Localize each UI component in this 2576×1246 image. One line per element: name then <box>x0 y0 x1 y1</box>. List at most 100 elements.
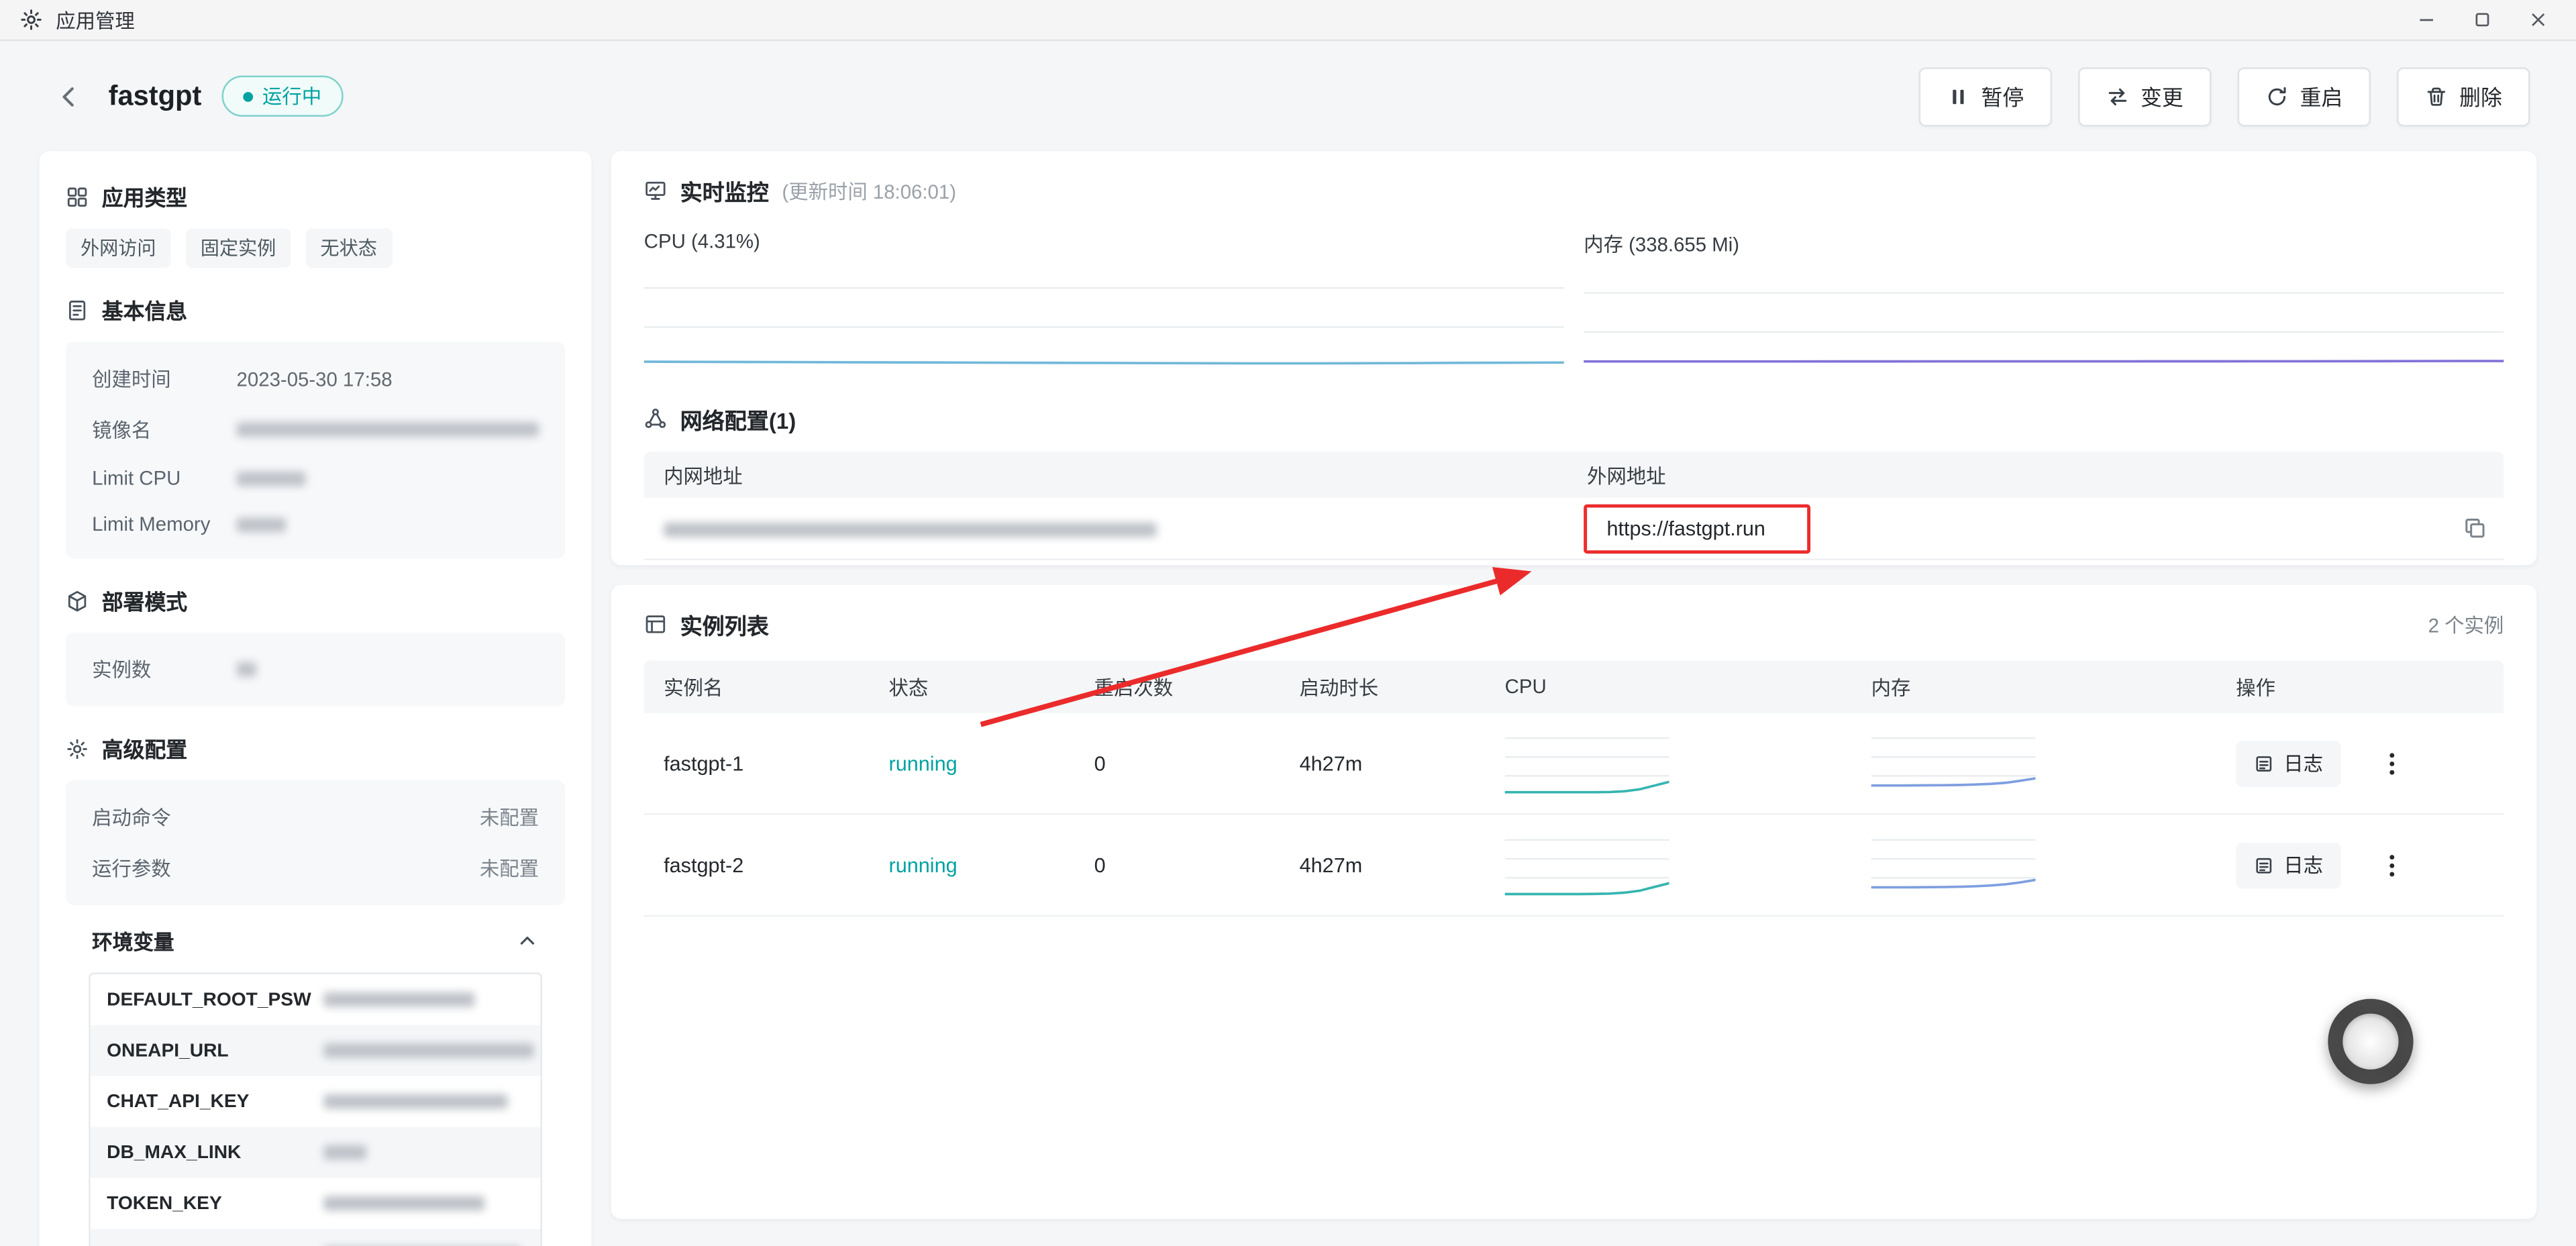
memory-chart-box: 内存 (338.655 Mi) <box>1584 227 2504 380</box>
run-params-label: 运行参数 <box>92 854 236 882</box>
table-row: fastgpt-2 running 0 4h27m <box>644 815 2504 917</box>
memory-chart-label: 内存 (338.655 Mi) <box>1584 230 2504 258</box>
cpu-usage-chart <box>644 263 1564 374</box>
list-icon <box>644 613 667 635</box>
env-name: TOKEN_KEY <box>91 1194 311 1213</box>
log-file-icon <box>2254 855 2273 874</box>
window-close-button[interactable] <box>2510 0 2566 40</box>
col-memory-header: 内存 <box>1851 673 2216 701</box>
logs-button-label: 日志 <box>2283 851 2323 879</box>
instance-uptime: 4h27m <box>1280 853 1485 876</box>
image-name-label: 镜像名 <box>92 415 236 444</box>
back-button[interactable] <box>49 76 89 116</box>
logs-button[interactable]: 日志 <box>2236 740 2341 786</box>
env-row: FILE_TOKEN_KEY <box>91 1229 541 1246</box>
app-logo-gear-icon <box>19 8 42 31</box>
start-command-label: 启动命令 <box>92 803 236 831</box>
tag-stateless: 无状态 <box>305 228 392 268</box>
app-type-section-header: 应用类型 <box>66 180 565 212</box>
col-cpu-header: CPU <box>1485 675 1851 698</box>
env-name: ONEAPI_URL <box>91 1041 311 1060</box>
env-vars-table: DEFAULT_ROOT_PSW ONEAPI_URL CHAT_API_KEY… <box>89 972 542 1246</box>
network-table-header: 内网地址 外网地址 <box>644 452 2504 498</box>
kebab-menu-icon[interactable] <box>2377 748 2407 778</box>
image-name-value-redacted <box>237 422 539 437</box>
cube-icon <box>66 589 89 612</box>
col-actions-header: 操作 <box>2216 673 2504 701</box>
monitor-title: 实时监控 <box>680 174 769 207</box>
restart-button[interactable]: 重启 <box>2238 66 2371 125</box>
env-row: TOKEN_KEY <box>91 1178 541 1229</box>
advanced-config-title: 高级配置 <box>102 733 187 764</box>
advanced-config-block: 启动命令 未配置 运行参数 未配置 <box>66 780 565 905</box>
cpu-chart-label: CPU (4.31%) <box>644 230 1564 253</box>
basic-info-block: 创建时间 2023-05-30 17:58 镜像名 Limit CPU Limi… <box>66 342 565 558</box>
change-button[interactable]: 变更 <box>2078 66 2211 125</box>
col-uptime-header: 启动时长 <box>1280 673 1485 701</box>
instance-uptime: 4h27m <box>1280 751 1485 774</box>
copy-icon[interactable] <box>2463 516 2487 541</box>
info-row-image-name: 镜像名 <box>66 404 565 455</box>
info-row-run-params: 运行参数 未配置 <box>66 843 565 894</box>
page-header: fastgpt 运行中 暂停 变更 重启 <box>0 41 2576 151</box>
instance-name: fastgpt-2 <box>644 853 869 876</box>
window-minimize-button[interactable] <box>2399 0 2455 40</box>
limit-cpu-label: Limit CPU <box>92 466 236 489</box>
run-params-value: 未配置 <box>480 854 539 882</box>
logs-button[interactable]: 日志 <box>2236 842 2341 888</box>
tag-fixed-instance: 固定实例 <box>186 228 291 268</box>
limit-memory-value-redacted <box>237 517 286 531</box>
instance-memory-sparkline <box>1871 725 2036 801</box>
chevron-up-icon[interactable] <box>516 929 539 952</box>
monitor-update-time: (更新时间 18:06:01) <box>782 176 956 205</box>
internal-address-header: 内网地址 <box>644 461 1567 489</box>
instances-title: 实例列表 <box>680 608 769 641</box>
info-row-limit-cpu: Limit CPU <box>66 455 565 501</box>
window-maximize-button[interactable] <box>2455 0 2510 40</box>
monitor-charts: CPU (4.31%) 内存 (338.655 Mi) <box>644 227 2504 380</box>
pause-icon <box>1947 85 1969 107</box>
network-table: 内网地址 外网地址 https://fastgpt.run <box>644 452 2504 560</box>
instances-card: 实例列表 2 个实例 实例名 状态 重启次数 启动时长 CPU 内存 操作 <box>611 585 2536 1219</box>
log-file-icon <box>2254 754 2273 773</box>
grid-icon <box>66 185 89 207</box>
env-name: DEFAULT_ROOT_PSW <box>91 990 311 1009</box>
window-title: 应用管理 <box>56 6 135 34</box>
deploy-mode-title: 部署模式 <box>102 585 187 617</box>
env-value-redacted <box>323 1145 366 1159</box>
env-value-redacted <box>323 992 474 1007</box>
monitor-network-card: 实时监控 (更新时间 18:06:01) CPU (4.31%) 内存 (338… <box>611 151 2536 565</box>
window-titlebar: 应用管理 <box>0 0 2576 41</box>
app-detail-sidebar: 应用类型 外网访问 固定实例 无状态 基本信息 创建时间 2023-05-30 … <box>40 151 592 1246</box>
table-row: fastgpt-1 running 0 4h27m <box>644 713 2504 815</box>
col-name-header: 实例名 <box>644 673 869 701</box>
tag-external-access: 外网访问 <box>66 228 171 268</box>
status-badge-label: 运行中 <box>262 82 321 110</box>
page-title: fastgpt <box>109 80 202 113</box>
network-table-row: https://fastgpt.run <box>644 498 2504 560</box>
app-window: 应用管理 fastgpt 运行中 <box>0 0 2576 1246</box>
restart-button-label: 重启 <box>2300 81 2343 112</box>
basic-info-section-header: 基本信息 <box>66 294 565 325</box>
deploy-mode-block: 实例数 <box>66 633 565 707</box>
external-url-link[interactable]: https://fastgpt.run <box>1584 503 1810 552</box>
header-actions: 暂停 变更 重启 删除 <box>1919 66 2530 125</box>
delete-button[interactable]: 删除 <box>2397 66 2530 125</box>
gear-icon <box>66 737 89 760</box>
instance-name: fastgpt-1 <box>644 751 869 774</box>
pause-button[interactable]: 暂停 <box>1919 66 2052 125</box>
app-type-title: 应用类型 <box>102 180 187 212</box>
basic-info-title: 基本信息 <box>102 294 187 325</box>
main-panel: 实时监控 (更新时间 18:06:01) CPU (4.31%) 内存 (338… <box>611 151 2536 1218</box>
instance-memory-sparkline <box>1871 827 2036 903</box>
limit-cpu-value-redacted <box>237 470 306 485</box>
instance-count-value-redacted <box>237 662 256 677</box>
deploy-mode-section-header: 部署模式 <box>66 585 565 617</box>
kebab-menu-icon[interactable] <box>2377 850 2407 880</box>
info-row-limit-memory: Limit Memory <box>66 501 565 548</box>
env-vars-header: 环境变量 <box>66 905 565 972</box>
start-command-value: 未配置 <box>480 803 539 831</box>
info-row-start-command: 启动命令 未配置 <box>66 792 565 843</box>
change-button-label: 变更 <box>2141 81 2183 112</box>
env-vars-title: 环境变量 <box>92 925 174 956</box>
